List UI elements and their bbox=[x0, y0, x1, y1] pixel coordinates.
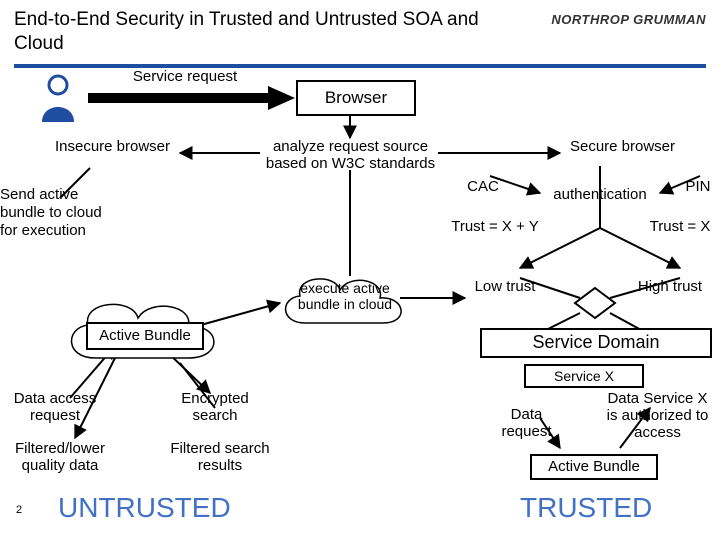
logo: NORTHROP GRUMMAN bbox=[551, 8, 706, 27]
active-bundle-box-2: Active Bundle bbox=[530, 454, 658, 480]
data-access-request-label: Data access request bbox=[0, 390, 110, 425]
page-title: End-to-End Security in Trusted and Untru… bbox=[14, 8, 514, 56]
user-icon bbox=[38, 74, 78, 124]
diagram-canvas: Service request Browser Insecure browser… bbox=[0, 68, 720, 538]
insecure-browser-label: Insecure browser bbox=[45, 138, 180, 155]
secure-browser-label: Secure browser bbox=[555, 138, 690, 155]
authentication-label: authentication bbox=[540, 186, 660, 203]
pin-label: PIN bbox=[678, 178, 718, 195]
high-trust-label: High trust bbox=[625, 278, 715, 295]
execute-label: execute active bundle in cloud bbox=[290, 280, 400, 312]
analyze-label: analyze request source based on W3C stan… bbox=[258, 138, 443, 173]
service-request-label: Service request bbox=[100, 68, 270, 85]
service-x-box: Service X bbox=[524, 364, 644, 388]
slide-number: 2 bbox=[16, 504, 22, 516]
filtered-results-label: Filtered search results bbox=[150, 440, 290, 475]
trust-x-label: Trust = X bbox=[640, 218, 720, 235]
data-service-auth-label: Data Service X is authorized to access bbox=[600, 390, 715, 442]
service-domain-box: Service Domain bbox=[480, 328, 712, 358]
cac-label: CAC bbox=[458, 178, 508, 195]
browser-box: Browser bbox=[296, 80, 416, 116]
active-bundle-box: Active Bundle bbox=[86, 322, 204, 350]
encrypted-search-label: Encrypted search bbox=[160, 390, 270, 425]
data-request-label: Data request bbox=[484, 406, 569, 441]
send-active-label: Send active bundle to cloud for executio… bbox=[0, 186, 120, 240]
low-trust-label: Low trust bbox=[460, 278, 550, 295]
trusted-label: TRUSTED bbox=[520, 492, 652, 524]
trust-xy-label: Trust = X + Y bbox=[435, 218, 555, 235]
untrusted-label: UNTRUSTED bbox=[58, 492, 231, 524]
filtered-lower-label: Filtered/lower quality data bbox=[0, 440, 120, 475]
